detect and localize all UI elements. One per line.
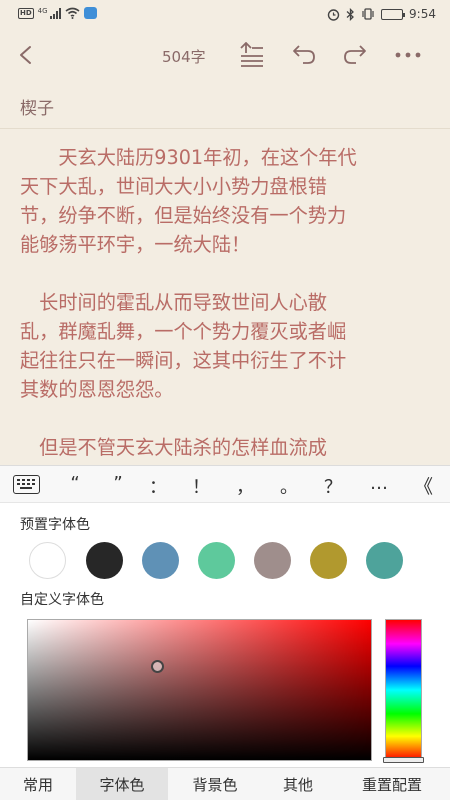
bottom-tab-bar: 常用 字体色 背景色 其他 重置配置 xyxy=(0,767,450,800)
paragraph-line: 长时间的霍乱从而导致世间人心散 xyxy=(20,291,327,314)
color-swatch[interactable] xyxy=(198,542,235,579)
paragraph-line: 能够荡平环宇，一统大陆！ xyxy=(20,233,251,256)
punctuation-key[interactable]: ！ xyxy=(188,473,214,499)
preset-color-label: 预置字体色 xyxy=(20,517,90,533)
punctuation-key[interactable]: ？ xyxy=(320,473,346,499)
network-type-label: 4G xyxy=(37,7,48,15)
paragraph-line: 天下大乱，世间大大小小势力盘根错 xyxy=(20,175,327,198)
punctuation-key[interactable]: ， xyxy=(232,473,258,499)
color-swatch[interactable] xyxy=(310,542,347,579)
clock-time: 9:54 xyxy=(409,7,436,21)
chapter-body-editor[interactable]: 天玄大陆历9301年初，在这个年代 天下大乱，世间大大小小势力盘根错 节，纷争不断，… xyxy=(20,143,434,463)
color-swatch[interactable] xyxy=(254,542,291,579)
punctuation-key[interactable]: 。 xyxy=(276,473,302,499)
back-icon xyxy=(20,46,31,64)
word-count: 504字 xyxy=(162,48,206,66)
paragraph: 长时间的霍乱从而导致世间人心散 乱，群魔乱舞，一个个势力覆灭或者崛 起往往只在一瞬间… xyxy=(20,288,434,404)
redo-icon xyxy=(344,45,366,64)
battery-icon xyxy=(381,8,406,20)
status-bar: HD 4G 9:54 xyxy=(0,0,450,30)
vibrate-icon xyxy=(362,8,374,20)
alarm-icon xyxy=(327,8,340,21)
bluetooth-icon xyxy=(346,7,354,21)
cellular-signal-icon: 4G xyxy=(38,7,61,19)
redo-button[interactable] xyxy=(341,42,369,68)
message-app-icon xyxy=(83,7,97,19)
status-right: 9:54 xyxy=(327,7,436,21)
hue-slider[interactable] xyxy=(385,619,422,761)
tab-other[interactable]: 其他 xyxy=(262,768,334,800)
wifi-icon xyxy=(65,7,80,19)
punctuation-key[interactable]: ： xyxy=(145,473,171,499)
paragraph-line: 天玄大陆历9301年初，在这个年代 xyxy=(20,146,357,169)
format-icon xyxy=(240,41,263,67)
chapter-title[interactable]: 楔子 xyxy=(20,94,54,119)
saturation-value-picker[interactable] xyxy=(27,619,372,761)
color-swatch[interactable] xyxy=(366,542,403,579)
paragraph-line: 乱，群魔乱舞，一个个势力覆灭或者崛 xyxy=(20,320,347,343)
back-button[interactable] xyxy=(14,40,42,70)
undo-button[interactable] xyxy=(290,42,318,68)
paragraph: 但是不管天玄大陆杀的怎样血流成 xyxy=(20,433,434,462)
color-swatch[interactable] xyxy=(29,542,66,579)
color-swatch[interactable] xyxy=(142,542,179,579)
punctuation-key[interactable]: … xyxy=(366,473,392,494)
collapse-icon[interactable]: 《 xyxy=(414,472,433,499)
punctuation-key[interactable]: ” xyxy=(105,473,131,494)
color-picker-cursor[interactable] xyxy=(151,660,164,673)
paragraph: 天玄大陆历9301年初，在这个年代 天下大乱，世间大大小小势力盘根错 节，纷争不断，… xyxy=(20,143,434,259)
paragraph-line: 但是不管天玄大陆杀的怎样血流成 xyxy=(20,436,327,459)
tab-background-color[interactable]: 背景色 xyxy=(168,768,262,800)
color-swatch[interactable] xyxy=(86,542,123,579)
more-icon xyxy=(395,52,421,58)
top-toolbar: 504字 xyxy=(0,30,450,82)
status-left: HD 4G xyxy=(18,7,97,19)
more-button[interactable] xyxy=(394,42,422,68)
hd-icon: HD xyxy=(18,7,34,19)
custom-color-label: 自定义字体色 xyxy=(20,592,104,608)
punctuation-key[interactable]: “ xyxy=(62,473,88,494)
tab-reset[interactable]: 重置配置 xyxy=(334,768,450,800)
undo-icon xyxy=(293,45,315,64)
title-divider xyxy=(0,128,450,129)
paragraph-line: 节，纷争不断，但是始终没有一个势力 xyxy=(20,204,347,227)
keyboard-icon[interactable] xyxy=(13,475,40,494)
punctuation-bar: “ ” ： ！ ， 。 ？ … 《 xyxy=(0,465,450,503)
paragraph-line: 其数的恩恩怨怨。 xyxy=(20,378,174,401)
tab-font-color[interactable]: 字体色 xyxy=(76,768,168,800)
format-button[interactable] xyxy=(238,41,266,68)
paragraph-line: 起往往只在一瞬间，这其中衍生了不计 xyxy=(20,349,347,372)
tab-common[interactable]: 常用 xyxy=(0,768,76,800)
hue-slider-handle[interactable] xyxy=(383,757,424,763)
